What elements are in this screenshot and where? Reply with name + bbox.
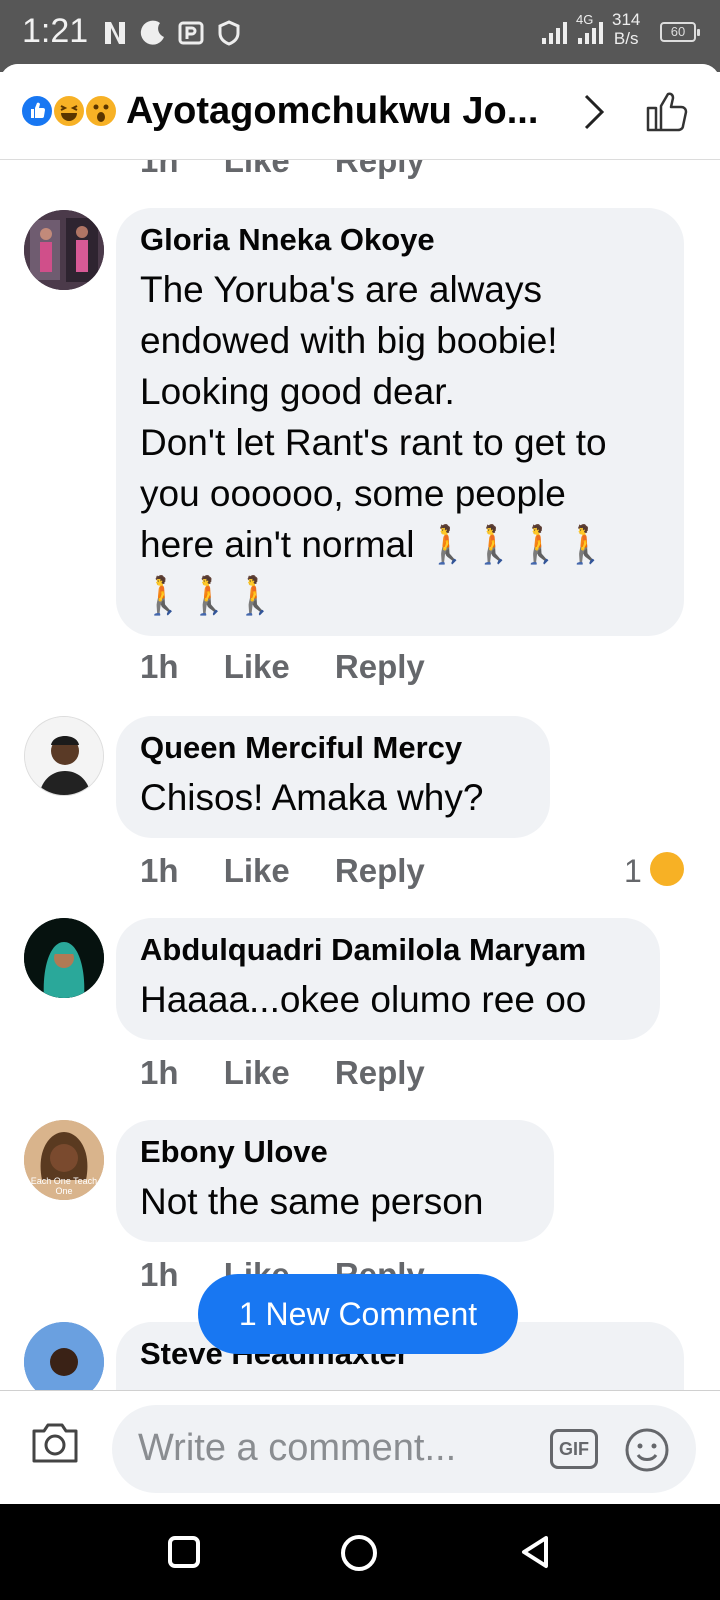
recents-icon[interactable]: [164, 1532, 204, 1572]
like-link[interactable]: Like: [224, 160, 290, 179]
haha-reaction-icon: [52, 94, 86, 128]
comment-input[interactable]: Write a comment... GIF: [112, 1405, 696, 1493]
signal-icon: [542, 22, 567, 44]
comment-list: 1h Like Reply Gloria Nneka Okoye The Yor…: [0, 160, 720, 1454]
comment-bubble: Queen Merciful Mercy Chisos! Amaka why?: [116, 716, 550, 838]
comment-text: Not the same person: [140, 1181, 484, 1222]
like-reaction-icon: [20, 94, 54, 128]
comment-placeholder: Write a comment...: [138, 1427, 457, 1469]
reply-link[interactable]: Reply: [335, 160, 425, 179]
comment-author[interactable]: Queen Merciful Mercy: [140, 730, 526, 766]
comment-bubble: Ebony Ulove Not the same person: [116, 1120, 554, 1242]
comment-author[interactable]: Ebony Ulove: [140, 1134, 530, 1170]
camera-icon[interactable]: [30, 1419, 80, 1465]
avatar[interactable]: [24, 210, 104, 290]
back-icon[interactable]: [516, 1532, 556, 1572]
comment-meta: 1h Like Reply: [140, 852, 461, 890]
post-author-title[interactable]: Ayotagomchukwu Jo...: [126, 90, 538, 133]
network-speed: 314 B/s: [612, 10, 641, 48]
avatar-caption: Each One Teach One: [30, 1176, 98, 1196]
status-bar: 1:21 4G 314 B/s 60: [0, 0, 720, 72]
comment-meta: 1h Like Reply: [140, 160, 461, 180]
comment-text: The Yoruba's are always endowed with big…: [140, 269, 609, 616]
emoji-icon[interactable]: [624, 1427, 670, 1473]
crescent-notification-icon: [140, 20, 164, 45]
comment-time: 1h: [140, 852, 179, 889]
battery-icon: 60: [660, 22, 700, 42]
comment-text: Chisos! Amaka why?: [140, 777, 484, 818]
wow-reaction-icon: [84, 94, 118, 128]
comment-text: Haaaa...okee olumo ree oo: [140, 979, 587, 1020]
like-link[interactable]: Like: [224, 852, 290, 889]
like-link[interactable]: Like: [224, 1054, 290, 1091]
like-link[interactable]: Like: [224, 648, 290, 685]
comment-composer: Write a comment... GIF: [0, 1390, 720, 1500]
comments-sheet: Ayotagomchukwu Jo... 1h Like Reply Glori…: [0, 64, 720, 1504]
avatar[interactable]: [24, 918, 104, 998]
chevron-right-icon[interactable]: [582, 92, 606, 132]
comment-time: 1h: [140, 648, 179, 685]
gif-button[interactable]: GIF: [550, 1429, 598, 1469]
comment-meta: 1h Like Reply: [140, 648, 461, 686]
reply-link[interactable]: Reply: [335, 1054, 425, 1091]
avatar[interactable]: [24, 716, 104, 796]
reaction-count[interactable]: 1: [624, 852, 684, 890]
comment-author[interactable]: Gloria Nneka Okoye: [140, 222, 660, 258]
comment-time: 1h: [140, 1256, 179, 1293]
avatar[interactable]: Each One Teach One: [24, 1120, 104, 1200]
reply-link[interactable]: Reply: [335, 648, 425, 685]
comment-time: 1h: [140, 1054, 179, 1091]
comment-time: 1h: [140, 160, 179, 179]
comment-bubble: Abdulquadri Damilola Maryam Haaaa...okee…: [116, 918, 660, 1040]
thumbs-up-icon[interactable]: [644, 88, 690, 134]
parking-notification-icon: [178, 21, 204, 45]
new-comment-button[interactable]: 1 New Comment: [198, 1274, 518, 1354]
comment-bubble: Gloria Nneka Okoye The Yoruba's are alwa…: [116, 208, 684, 636]
system-nav-bar: [0, 1504, 720, 1600]
haha-reaction-icon: [649, 852, 684, 886]
netflix-notification-icon: [105, 22, 125, 44]
comment-meta: 1h Like Reply: [140, 1054, 461, 1092]
shield-notification-icon: [218, 20, 240, 46]
status-time: 1:21: [22, 12, 89, 50]
reply-link[interactable]: Reply: [335, 852, 425, 889]
home-icon[interactable]: [338, 1532, 380, 1574]
comment-author[interactable]: Abdulquadri Damilola Maryam: [140, 932, 636, 968]
signal-4g-icon: [578, 22, 603, 44]
post-header: Ayotagomchukwu Jo...: [0, 64, 720, 160]
